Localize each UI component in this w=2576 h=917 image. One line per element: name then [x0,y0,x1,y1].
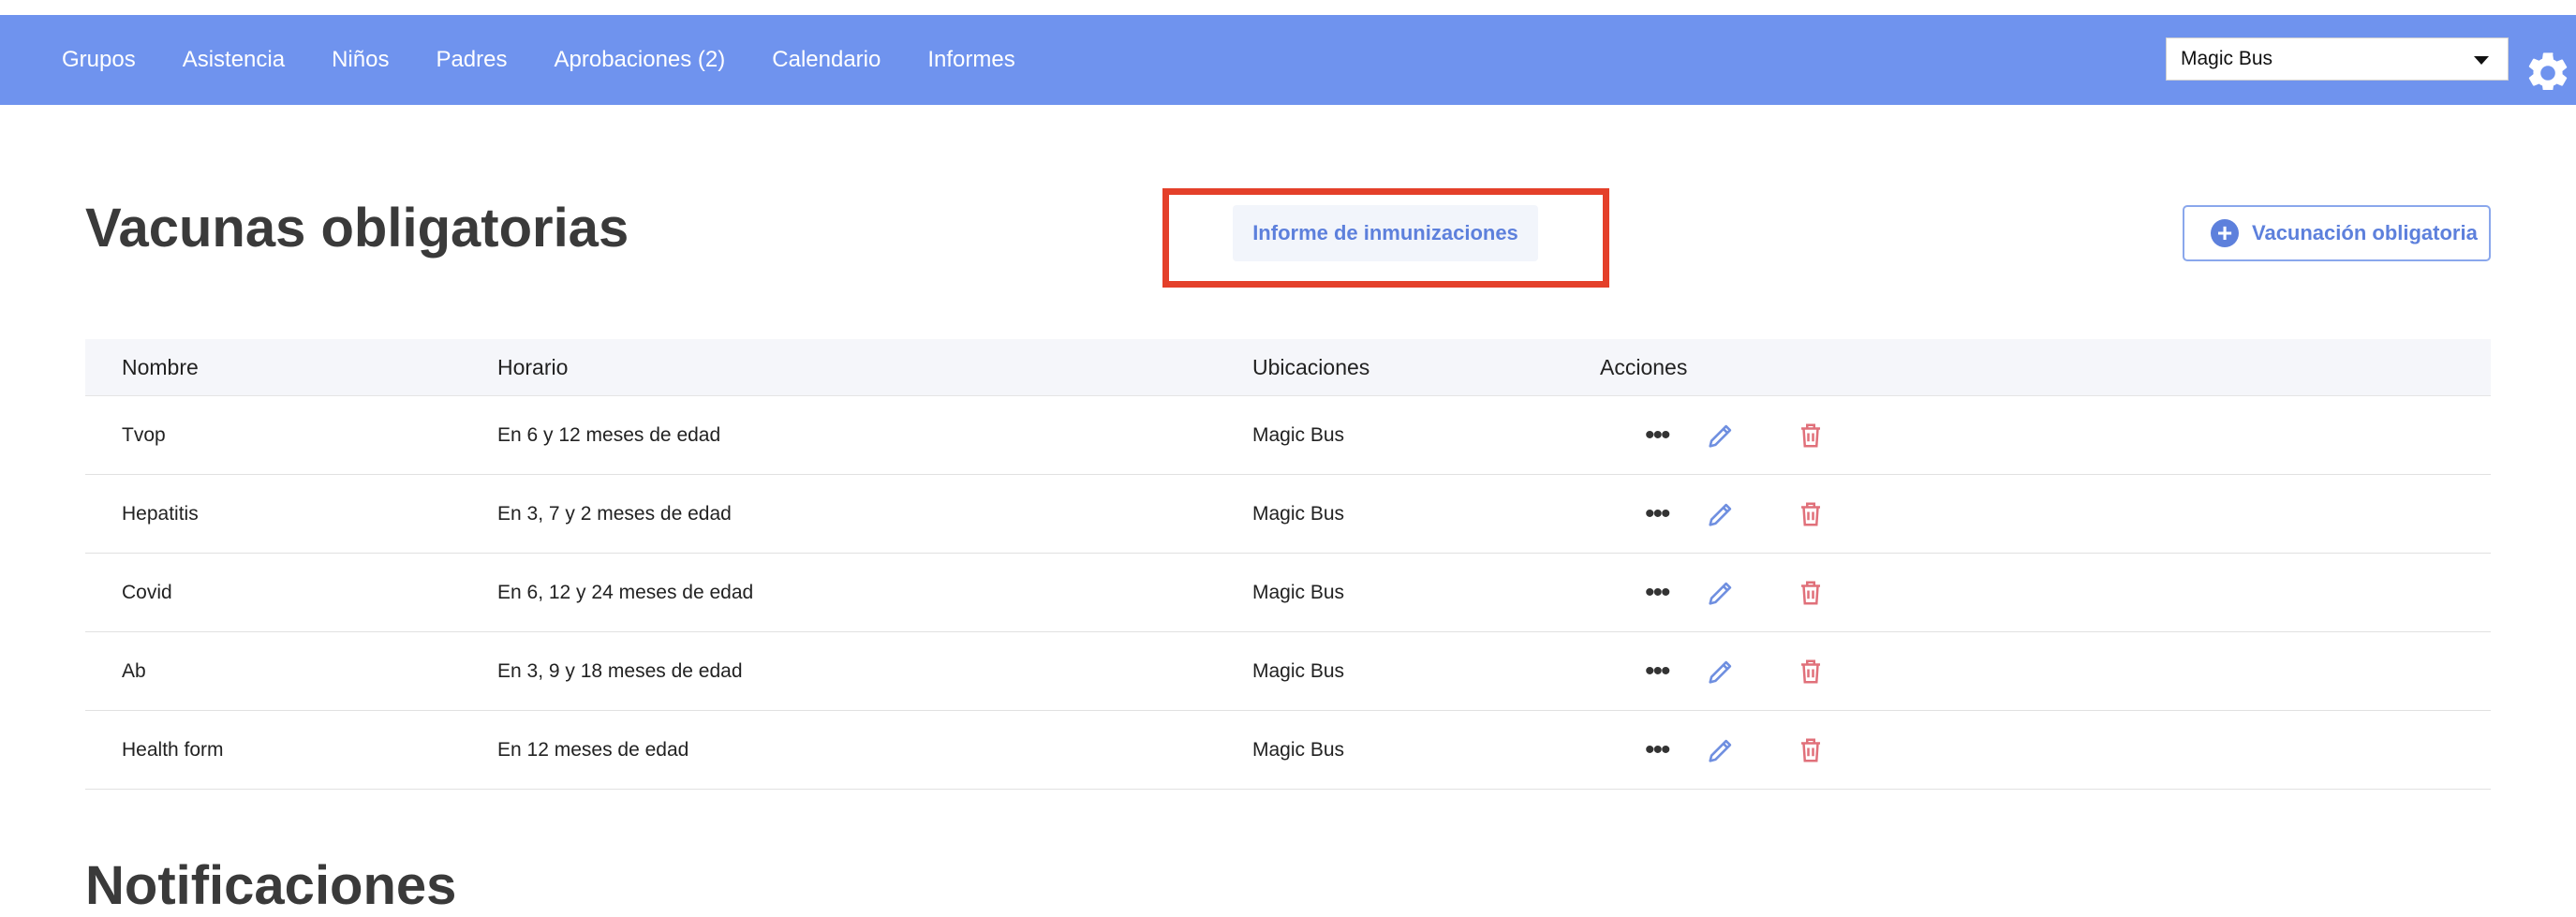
row-name: Health form [122,738,224,761]
page-title: Vacunas obligatorias [85,198,629,259]
pencil-icon[interactable] [1705,577,1737,609]
header-schedule: Horario [497,354,569,379]
add-button-label: Vacunación obligatoria [2252,221,2478,244]
organization-select[interactable]: Magic Bus [2166,37,2509,81]
more-icon[interactable]: ••• [1645,735,1682,764]
top-nav-bar: Grupos Asistencia Niños Padres Aprobacio… [0,15,2576,105]
more-icon[interactable]: ••• [1645,657,1682,686]
chevron-down-icon [2474,56,2489,65]
table-row: Covid En 6, 12 y 24 meses de edad Magic … [85,554,2491,632]
vaccines-table: Nombre Horario Ubicaciones Acciones Tvop… [85,339,2491,790]
trash-icon[interactable] [1797,420,1825,451]
trash-icon[interactable] [1797,498,1825,530]
row-name: Covid [122,581,172,603]
row-actions: ••• [1645,396,1825,474]
main-nav: Grupos Asistencia Niños Padres Aprobacio… [62,15,1062,105]
more-icon[interactable]: ••• [1645,421,1682,450]
more-icon[interactable]: ••• [1645,578,1682,607]
header-locations: Ubicaciones [1252,354,1370,379]
row-actions: ••• [1645,632,1825,710]
table-row: Tvop En 6 y 12 meses de edad Magic Bus •… [85,396,2491,475]
table-row: Hepatitis En 3, 7 y 2 meses de edad Magi… [85,475,2491,554]
header-actions: Acciones [1600,354,1688,379]
row-schedule: En 3, 9 y 18 meses de edad [497,659,743,682]
row-schedule: En 6 y 12 meses de edad [497,423,721,446]
nav-item-aprobaciones[interactable]: Aprobaciones (2) [555,47,726,73]
row-location: Magic Bus [1252,423,1345,446]
pencil-icon[interactable] [1705,498,1737,530]
table-row: Ab En 3, 9 y 18 meses de edad Magic Bus … [85,632,2491,711]
row-location: Magic Bus [1252,581,1345,603]
nav-item-informes[interactable]: Informes [927,47,1014,73]
row-actions: ••• [1645,711,1825,789]
more-icon[interactable]: ••• [1645,499,1682,528]
row-location: Magic Bus [1252,738,1345,761]
nav-item-ninos[interactable]: Niños [332,47,389,73]
nav-item-grupos[interactable]: Grupos [62,47,136,73]
trash-icon[interactable] [1797,656,1825,688]
pencil-icon[interactable] [1705,734,1737,766]
organization-select-value: Magic Bus [2181,48,2273,69]
add-mandatory-vaccination-button[interactable]: + Vacunación obligatoria [2183,205,2491,261]
trash-icon[interactable] [1797,577,1825,609]
trash-icon[interactable] [1797,734,1825,766]
immunization-report-button[interactable]: Informe de inmunizaciones [1233,205,1538,261]
row-schedule: En 3, 7 y 2 meses de edad [497,502,732,525]
nav-item-asistencia[interactable]: Asistencia [183,47,285,73]
table-row: Health form En 12 meses de edad Magic Bu… [85,711,2491,790]
plus-circle-icon: + [2211,219,2239,247]
settings-pointer [2538,90,2564,105]
row-schedule: En 12 meses de edad [497,738,689,761]
row-name: Ab [122,659,146,682]
nav-item-calendario[interactable]: Calendario [772,47,881,73]
pencil-icon[interactable] [1705,656,1737,688]
row-name: Hepatitis [122,502,199,525]
row-actions: ••• [1645,554,1825,631]
pencil-icon[interactable] [1705,420,1737,451]
row-location: Magic Bus [1252,659,1345,682]
table-header: Nombre Horario Ubicaciones Acciones [85,339,2491,396]
nav-item-padres[interactable]: Padres [436,47,507,73]
header-name: Nombre [122,354,199,379]
row-name: Tvop [122,423,166,446]
row-location: Magic Bus [1252,502,1345,525]
row-actions: ••• [1645,475,1825,553]
row-schedule: En 6, 12 y 24 meses de edad [497,581,754,603]
section-title-notifications: Notificaciones [85,855,457,916]
